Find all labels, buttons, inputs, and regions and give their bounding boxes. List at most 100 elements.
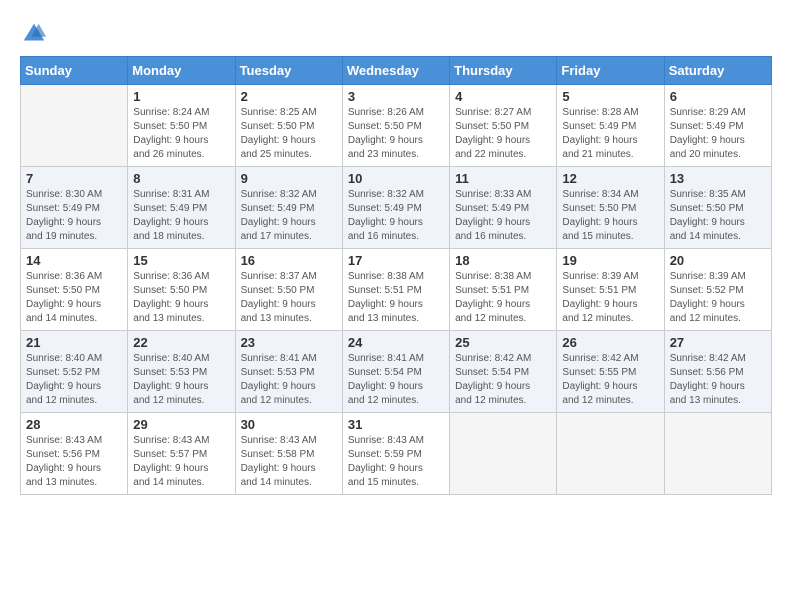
empty-day (450, 413, 557, 495)
day-number: 28 (26, 417, 122, 432)
day-info: Sunrise: 8:41 AM Sunset: 5:53 PM Dayligh… (241, 352, 337, 408)
day-number: 7 (26, 171, 122, 186)
day-info: Sunrise: 8:43 AM Sunset: 5:58 PM Dayligh… (241, 434, 337, 490)
calendar-day: 15 Sunrise: 8:36 AM Sunset: 5:50 PM Dayli… (128, 249, 235, 331)
calendar-day: 7 Sunrise: 8:30 AM Sunset: 5:49 PM Daylig… (21, 167, 128, 249)
day-number: 2 (241, 89, 337, 104)
day-info: Sunrise: 8:38 AM Sunset: 5:51 PM Dayligh… (455, 270, 551, 326)
day-info: Sunrise: 8:36 AM Sunset: 5:50 PM Dayligh… (133, 270, 229, 326)
day-number: 24 (348, 335, 444, 350)
logo (20, 20, 52, 48)
day-info: Sunrise: 8:40 AM Sunset: 5:52 PM Dayligh… (26, 352, 122, 408)
day-info: Sunrise: 8:43 AM Sunset: 5:59 PM Dayligh… (348, 434, 444, 490)
day-number: 19 (562, 253, 658, 268)
calendar-day: 10 Sunrise: 8:32 AM Sunset: 5:49 PM Dayli… (342, 167, 449, 249)
day-info: Sunrise: 8:43 AM Sunset: 5:56 PM Dayligh… (26, 434, 122, 490)
day-number: 27 (670, 335, 766, 350)
day-info: Sunrise: 8:30 AM Sunset: 5:49 PM Dayligh… (26, 188, 122, 244)
calendar-day: 6Sunrise: 8:29 AM Sunset: 5:49 PM Daylig… (664, 85, 771, 167)
day-info: Sunrise: 8:37 AM Sunset: 5:50 PM Dayligh… (241, 270, 337, 326)
day-info: Sunrise: 8:36 AM Sunset: 5:50 PM Dayligh… (26, 270, 122, 326)
calendar-day: 20Sunrise: 8:39 AM Sunset: 5:52 PM Dayli… (664, 249, 771, 331)
empty-day (557, 413, 664, 495)
day-number: 25 (455, 335, 551, 350)
day-info: Sunrise: 8:31 AM Sunset: 5:49 PM Dayligh… (133, 188, 229, 244)
calendar-week-row: 7 Sunrise: 8:30 AM Sunset: 5:49 PM Daylig… (21, 167, 772, 249)
day-info: Sunrise: 8:39 AM Sunset: 5:51 PM Dayligh… (562, 270, 658, 326)
calendar-day: 17 Sunrise: 8:38 AM Sunset: 5:51 PM Dayli… (342, 249, 449, 331)
day-info: Sunrise: 8:41 AM Sunset: 5:54 PM Dayligh… (348, 352, 444, 408)
day-number: 11 (455, 171, 551, 186)
calendar-day: 18 Sunrise: 8:38 AM Sunset: 5:51 PM Dayli… (450, 249, 557, 331)
day-info: Sunrise: 8:32 AM Sunset: 5:49 PM Dayligh… (348, 188, 444, 244)
calendar-week-row: 14 Sunrise: 8:36 AM Sunset: 5:50 PM Dayli… (21, 249, 772, 331)
weekday-header: Friday (557, 57, 664, 85)
day-number: 1 (133, 89, 229, 104)
day-number: 15 (133, 253, 229, 268)
day-info: Sunrise: 8:24 AM Sunset: 5:50 PM Dayligh… (133, 106, 229, 162)
day-number: 14 (26, 253, 122, 268)
day-number: 10 (348, 171, 444, 186)
day-number: 9 (241, 171, 337, 186)
calendar-day: 29 Sunrise: 8:43 AM Sunset: 5:57 PM Dayli… (128, 413, 235, 495)
day-info: Sunrise: 8:35 AM Sunset: 5:50 PM Dayligh… (670, 188, 766, 244)
calendar-day: 26Sunrise: 8:42 AM Sunset: 5:55 PM Dayli… (557, 331, 664, 413)
page-header (20, 20, 772, 48)
calendar-day: 11 Sunrise: 8:33 AM Sunset: 5:49 PM Dayli… (450, 167, 557, 249)
calendar-day: 23 Sunrise: 8:41 AM Sunset: 5:53 PM Dayli… (235, 331, 342, 413)
calendar-week-row: 1 Sunrise: 8:24 AM Sunset: 5:50 PM Daylig… (21, 85, 772, 167)
day-number: 5 (562, 89, 658, 104)
calendar-day: 16Sunrise: 8:37 AM Sunset: 5:50 PM Dayli… (235, 249, 342, 331)
day-info: Sunrise: 8:38 AM Sunset: 5:51 PM Dayligh… (348, 270, 444, 326)
day-number: 17 (348, 253, 444, 268)
day-info: Sunrise: 8:33 AM Sunset: 5:49 PM Dayligh… (455, 188, 551, 244)
day-number: 4 (455, 89, 551, 104)
calendar-day: 30Sunrise: 8:43 AM Sunset: 5:58 PM Dayli… (235, 413, 342, 495)
calendar-header-row: SundayMondayTuesdayWednesdayThursdayFrid… (21, 57, 772, 85)
day-info: Sunrise: 8:42 AM Sunset: 5:56 PM Dayligh… (670, 352, 766, 408)
calendar-week-row: 21 Sunrise: 8:40 AM Sunset: 5:52 PM Dayli… (21, 331, 772, 413)
calendar-day: 1 Sunrise: 8:24 AM Sunset: 5:50 PM Daylig… (128, 85, 235, 167)
calendar-day: 3 Sunrise: 8:26 AM Sunset: 5:50 PM Daylig… (342, 85, 449, 167)
day-number: 18 (455, 253, 551, 268)
day-info: Sunrise: 8:42 AM Sunset: 5:54 PM Dayligh… (455, 352, 551, 408)
calendar-day: 21 Sunrise: 8:40 AM Sunset: 5:52 PM Dayli… (21, 331, 128, 413)
day-info: Sunrise: 8:32 AM Sunset: 5:49 PM Dayligh… (241, 188, 337, 244)
calendar-day: 27 Sunrise: 8:42 AM Sunset: 5:56 PM Dayli… (664, 331, 771, 413)
calendar-day: 13 Sunrise: 8:35 AM Sunset: 5:50 PM Dayli… (664, 167, 771, 249)
day-number: 23 (241, 335, 337, 350)
weekday-header: Sunday (21, 57, 128, 85)
calendar-day: 31 Sunrise: 8:43 AM Sunset: 5:59 PM Dayli… (342, 413, 449, 495)
day-info: Sunrise: 8:26 AM Sunset: 5:50 PM Dayligh… (348, 106, 444, 162)
day-number: 22 (133, 335, 229, 350)
calendar-day: 9 Sunrise: 8:32 AM Sunset: 5:49 PM Daylig… (235, 167, 342, 249)
day-info: Sunrise: 8:34 AM Sunset: 5:50 PM Dayligh… (562, 188, 658, 244)
calendar-day: 14 Sunrise: 8:36 AM Sunset: 5:50 PM Dayli… (21, 249, 128, 331)
day-number: 13 (670, 171, 766, 186)
day-number: 6 (670, 89, 766, 104)
day-number: 3 (348, 89, 444, 104)
calendar-day: 2Sunrise: 8:25 AM Sunset: 5:50 PM Daylig… (235, 85, 342, 167)
calendar-day: 22 Sunrise: 8:40 AM Sunset: 5:53 PM Dayli… (128, 331, 235, 413)
day-info: Sunrise: 8:43 AM Sunset: 5:57 PM Dayligh… (133, 434, 229, 490)
calendar-day: 4Sunrise: 8:27 AM Sunset: 5:50 PM Daylig… (450, 85, 557, 167)
day-info: Sunrise: 8:42 AM Sunset: 5:55 PM Dayligh… (562, 352, 658, 408)
empty-day (21, 85, 128, 167)
day-number: 21 (26, 335, 122, 350)
calendar-table: SundayMondayTuesdayWednesdayThursdayFrid… (20, 56, 772, 495)
day-number: 12 (562, 171, 658, 186)
logo-icon (20, 20, 48, 48)
calendar-day: 12 Sunrise: 8:34 AM Sunset: 5:50 PM Dayli… (557, 167, 664, 249)
calendar-day: 24 Sunrise: 8:41 AM Sunset: 5:54 PM Dayli… (342, 331, 449, 413)
calendar-day: 25 Sunrise: 8:42 AM Sunset: 5:54 PM Dayli… (450, 331, 557, 413)
day-info: Sunrise: 8:40 AM Sunset: 5:53 PM Dayligh… (133, 352, 229, 408)
day-info: Sunrise: 8:28 AM Sunset: 5:49 PM Dayligh… (562, 106, 658, 162)
calendar-day: 19 Sunrise: 8:39 AM Sunset: 5:51 PM Dayli… (557, 249, 664, 331)
day-number: 29 (133, 417, 229, 432)
day-number: 31 (348, 417, 444, 432)
calendar-day: 28 Sunrise: 8:43 AM Sunset: 5:56 PM Dayli… (21, 413, 128, 495)
day-number: 8 (133, 171, 229, 186)
calendar-day: 5 Sunrise: 8:28 AM Sunset: 5:49 PM Daylig… (557, 85, 664, 167)
weekday-header: Monday (128, 57, 235, 85)
weekday-header: Thursday (450, 57, 557, 85)
